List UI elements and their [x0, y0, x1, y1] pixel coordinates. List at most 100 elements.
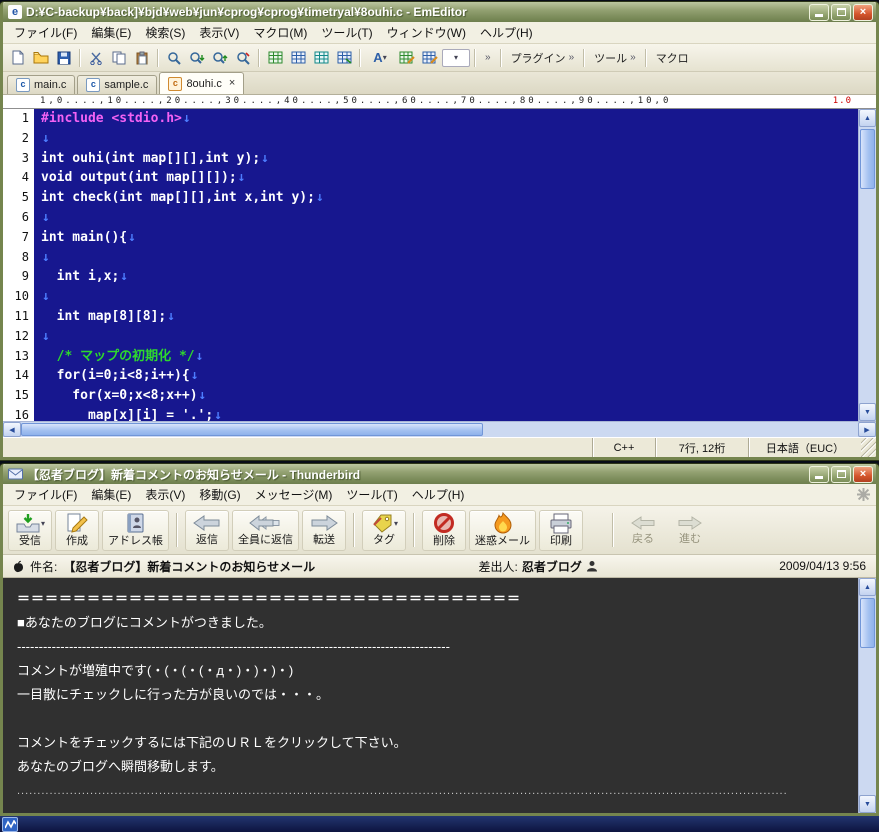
menu-item[interactable]: ファイル(F) — [7, 484, 84, 505]
message-line: ＝＝＝＝＝＝＝＝＝＝＝＝＝＝＝＝＝＝＝＝＝＝＝＝＝＝＝＝＝＝＝＝＝＝＝＝ — [17, 591, 522, 606]
go-forward-arrow-icon — [677, 514, 703, 532]
print-label: 印刷 — [550, 534, 572, 547]
close-button[interactable]: × — [853, 3, 873, 21]
scroll-left-button[interactable]: ◀ — [3, 422, 21, 437]
go-forward-button[interactable]: 進む — [668, 510, 712, 551]
paste-button[interactable] — [131, 47, 153, 69]
find-prev-button[interactable] — [209, 47, 231, 69]
menu-item[interactable]: ウィンドウ(W) — [380, 22, 473, 43]
scroll-down-button[interactable]: ▼ — [859, 403, 876, 421]
menu-item[interactable]: ヘルプ(H) — [405, 484, 472, 505]
message-date: 2009/04/13 9:56 — [779, 559, 866, 573]
save-button[interactable] — [53, 47, 75, 69]
scroll-thumb[interactable] — [860, 129, 875, 189]
scroll-track[interactable] — [21, 422, 858, 437]
delete-button[interactable]: 削除 — [422, 509, 466, 551]
back-label: 戻る — [632, 533, 654, 546]
menu-item[interactable]: 編集(E) — [84, 484, 138, 505]
find-next-button[interactable] — [186, 47, 208, 69]
edit-grid-button-1[interactable] — [396, 47, 418, 69]
font-button[interactable]: A ▾ — [365, 47, 395, 69]
code-line: 14 for(i=0;i<8;i++){↓ — [14, 368, 199, 384]
find-button[interactable] — [163, 47, 185, 69]
menu-item[interactable]: 表示(V) — [192, 22, 246, 43]
dropdown-arrow-icon[interactable]: ▾ — [41, 519, 45, 528]
close-button[interactable]: × — [853, 465, 873, 483]
menu-item[interactable]: マクロ(M) — [246, 22, 314, 43]
tab-close-icon[interactable]: × — [229, 78, 235, 89]
print-button[interactable]: 印刷 — [539, 509, 583, 551]
menu-item[interactable]: 移動(G) — [192, 484, 247, 505]
back-button[interactable]: 戻る — [621, 510, 665, 551]
menu-item[interactable]: ツール(T) — [339, 484, 404, 505]
reply-all-label: 全員に返信 — [238, 534, 293, 547]
menu-item[interactable]: ヘルプ(H) — [473, 22, 540, 43]
junk-button[interactable]: 迷惑メール — [469, 509, 536, 551]
editor-tab[interactable]: c 8ouhi.c × — [159, 72, 245, 94]
toolbar-separator — [353, 513, 355, 547]
minimize-button[interactable] — [809, 465, 829, 483]
html-bar-button-4[interactable] — [333, 47, 355, 69]
maximize-button[interactable] — [831, 465, 851, 483]
reply-all-button[interactable]: 全員に返信 — [232, 509, 299, 551]
html-bar-button-3[interactable] — [310, 47, 332, 69]
scroll-track[interactable] — [859, 596, 876, 795]
html-bar-button-1[interactable] — [264, 47, 286, 69]
toolbar-overflow-button[interactable]: » — [480, 50, 496, 65]
address-book-button[interactable]: アドレス帳 — [102, 509, 169, 551]
c-file-icon: c — [86, 78, 101, 92]
menu-item[interactable]: 検索(S) — [138, 22, 192, 43]
toolbar-combo-dropdown[interactable]: ▾ — [442, 48, 470, 67]
menu-item[interactable]: ツール(T) — [314, 22, 379, 43]
resize-grip[interactable] — [861, 438, 876, 457]
thunderbird-titlebar[interactable]: 【忍者ブログ】新着コメントのお知らせメール - Thunderbird × — [3, 464, 876, 484]
html-bar-button-2[interactable] — [287, 47, 309, 69]
toolbar-separator — [258, 48, 260, 67]
emeditor-titlebar[interactable]: e D:¥C-backup¥back]¥bjd¥web¥jun¥cprog¥cp… — [3, 2, 876, 22]
dropdown-arrow-icon[interactable]: ▾ — [394, 519, 398, 528]
scroll-track[interactable] — [859, 127, 876, 403]
tools-toolbar-button[interactable]: ツール» — [589, 48, 641, 68]
reply-button[interactable]: 返信 — [185, 509, 229, 551]
taskbar — [0, 816, 879, 832]
replace-button[interactable] — [232, 47, 254, 69]
scroll-thumb[interactable] — [860, 598, 875, 648]
code-horizontal-scrollbar[interactable]: ◀ ▶ — [3, 421, 876, 437]
code-vertical-scrollbar[interactable]: ▲ ▼ — [858, 109, 876, 421]
minimize-button[interactable] — [809, 3, 829, 21]
code-area[interactable]: 1 #include <stdio.h>↓ 2 ↓ 3 int ouhi(int map[… — [3, 109, 858, 421]
address-book-label: アドレス帳 — [108, 535, 163, 548]
open-folder-button[interactable] — [30, 47, 52, 69]
scroll-down-button[interactable]: ▼ — [859, 795, 876, 813]
editor-tab[interactable]: c sample.c × — [77, 75, 158, 94]
menu-item[interactable]: ファイル(F) — [7, 22, 84, 43]
cut-button[interactable] — [85, 47, 107, 69]
status-cursor-position: 7行, 12桁 — [655, 438, 748, 457]
thunderbird-app-icon — [8, 468, 23, 480]
compose-button[interactable]: 作成 — [55, 509, 99, 551]
reply-arrow-icon — [192, 513, 222, 533]
toolbar-separator — [583, 48, 586, 67]
editor-tab[interactable]: c main.c × — [7, 75, 76, 94]
tag-button[interactable]: ▾ タグ — [362, 509, 406, 551]
copy-button[interactable] — [108, 47, 130, 69]
message-line: あなたのブログへ瞬間移動します。 — [17, 759, 224, 774]
message-body[interactable]: ＝＝＝＝＝＝＝＝＝＝＝＝＝＝＝＝＝＝＝＝＝＝＝＝＝＝＝＝＝＝＝＝＝＝＝＝ ■あなた… — [3, 578, 858, 813]
taskbar-app-icon[interactable] — [2, 816, 18, 832]
message-flag-icon — [13, 560, 24, 573]
message-vertical-scrollbar[interactable]: ▲ ▼ — [858, 578, 876, 813]
get-mail-button[interactable]: ▾ 受信 — [8, 509, 52, 551]
scroll-right-button[interactable]: ▶ — [858, 422, 876, 437]
menu-item[interactable]: 編集(E) — [84, 22, 138, 43]
scroll-thumb[interactable] — [21, 423, 484, 436]
macro-toolbar-button[interactable]: マクロ — [651, 48, 694, 68]
plugins-toolbar-button[interactable]: プラグイン» — [506, 48, 580, 68]
edit-grid-button-2[interactable] — [419, 47, 441, 69]
scroll-up-button[interactable]: ▲ — [859, 578, 876, 596]
new-document-button[interactable] — [7, 47, 29, 69]
maximize-button[interactable] — [831, 3, 851, 21]
menu-item[interactable]: 表示(V) — [138, 484, 192, 505]
menu-item[interactable]: メッセージ(M) — [248, 484, 340, 505]
scroll-up-button[interactable]: ▲ — [859, 109, 876, 127]
forward-button[interactable]: 転送 — [302, 509, 346, 551]
